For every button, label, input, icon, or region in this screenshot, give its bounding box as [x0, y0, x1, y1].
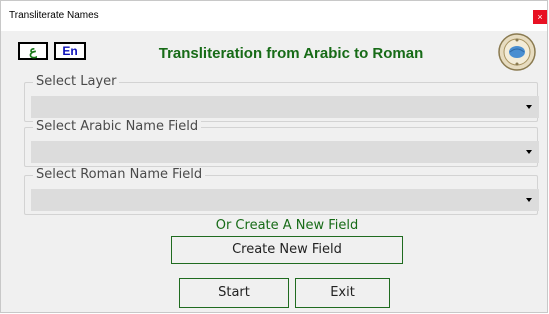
select-arabic-field-label: Select Arabic Name Field [33, 119, 202, 134]
start-button[interactable]: Start [179, 278, 289, 308]
roman-field-dropdown[interactable] [31, 189, 539, 211]
arabic-language-button[interactable]: ع [18, 42, 48, 60]
chevron-down-icon [526, 105, 532, 109]
create-field-prompt: Or Create A New Field [215, 218, 359, 233]
title-bar: Transliterate Names × [1, 1, 547, 31]
create-new-field-button[interactable]: Create New Field [171, 236, 403, 264]
arabic-field-dropdown[interactable] [31, 141, 539, 163]
government-seal-icon [498, 33, 536, 71]
english-language-button[interactable]: En [54, 42, 86, 60]
select-arabic-field-group: Select Arabic Name Field [24, 119, 539, 167]
chevron-down-icon [526, 150, 532, 154]
page-title: Transliteration from Arabic to Roman [158, 45, 424, 62]
window-title: Transliterate Names [9, 10, 99, 21]
chevron-down-icon [526, 198, 532, 202]
select-roman-field-group: Select Roman Name Field [24, 167, 539, 215]
layer-dropdown[interactable] [31, 96, 539, 118]
close-button[interactable]: × [533, 10, 547, 24]
select-layer-label: Select Layer [33, 74, 120, 89]
select-layer-group: Select Layer [24, 74, 539, 122]
exit-button[interactable]: Exit [295, 278, 390, 308]
select-roman-field-label: Select Roman Name Field [33, 167, 206, 182]
transliterate-window: Transliterate Names × ع En Transliterati… [0, 0, 548, 313]
